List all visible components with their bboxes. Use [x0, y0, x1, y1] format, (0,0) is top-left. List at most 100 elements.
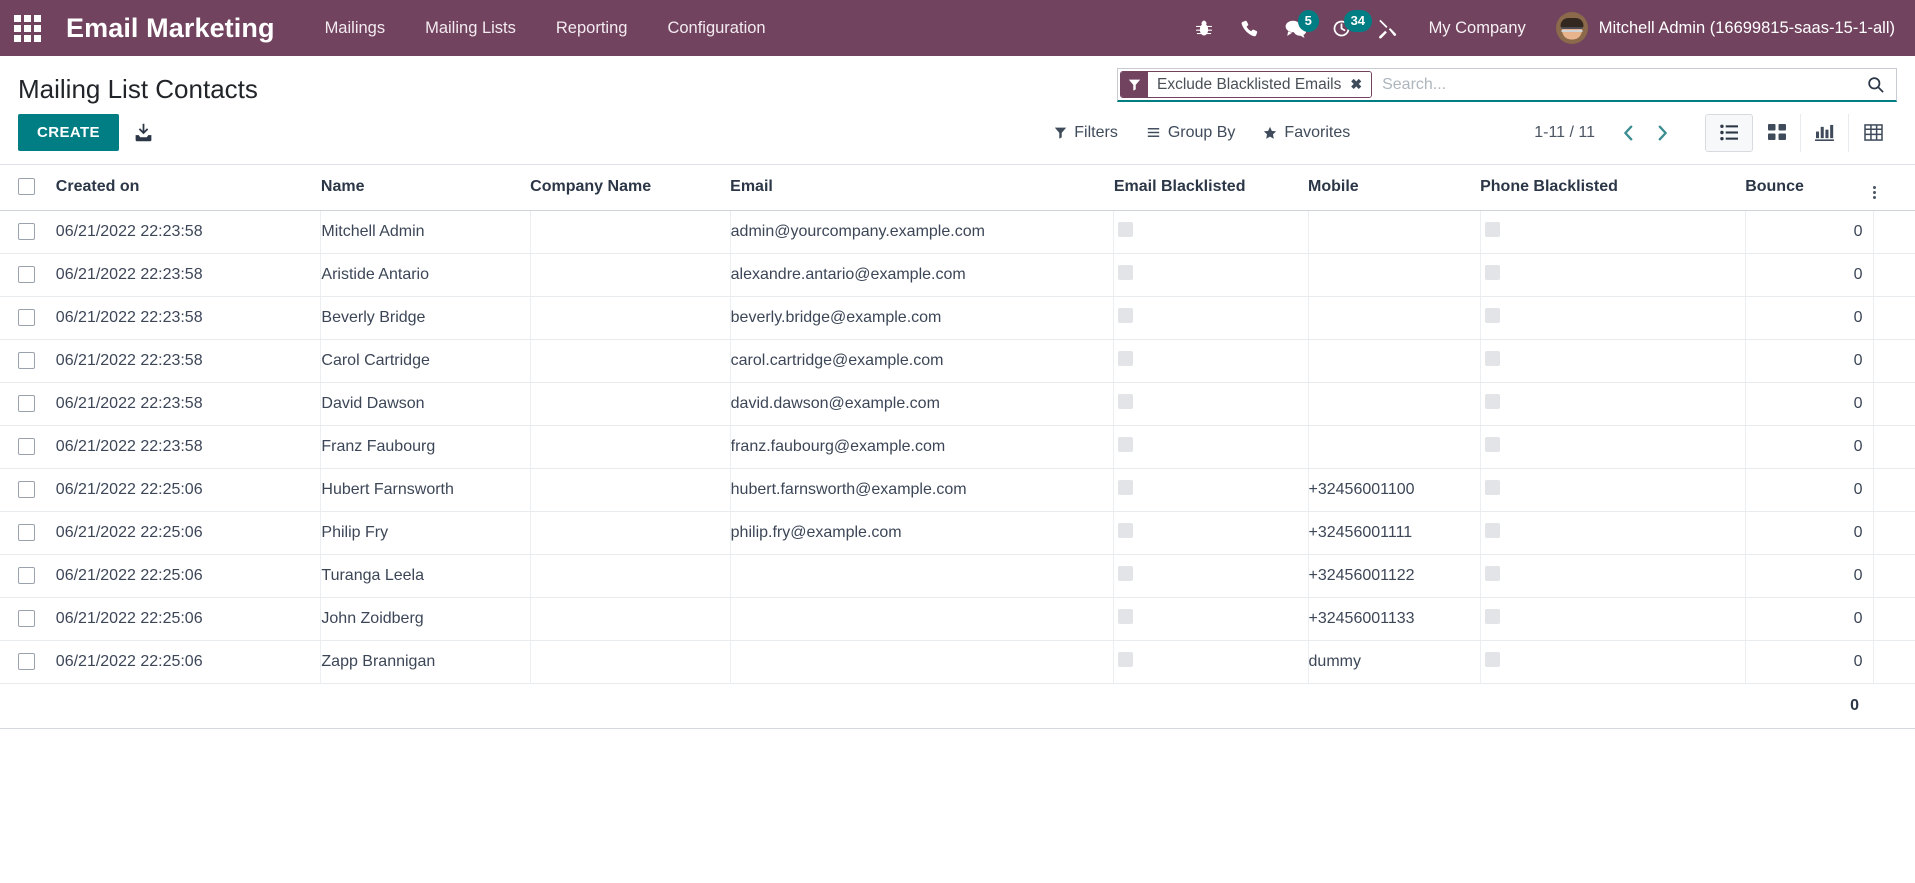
group-by-dropdown[interactable]: Group By — [1132, 118, 1250, 148]
activities-clock-icon[interactable]: 34 — [1319, 8, 1373, 48]
cell-mobile — [1308, 382, 1481, 426]
cell-bounce: 0 — [1745, 511, 1874, 555]
row-checkbox[interactable] — [18, 566, 35, 584]
company-switcher[interactable]: My Company — [1411, 11, 1544, 46]
create-button[interactable]: CREATE — [18, 114, 119, 151]
filters-dropdown[interactable]: Filters — [1040, 118, 1132, 148]
graph-view-button[interactable] — [1801, 113, 1849, 152]
import-download-icon[interactable] — [133, 122, 154, 143]
cell-email: david.dawson@example.com — [730, 382, 1115, 426]
cell-company-name — [530, 597, 731, 641]
search-input[interactable] — [1372, 69, 1858, 100]
column-header-phone-blacklisted[interactable]: Phone Blacklisted — [1480, 164, 1746, 211]
filter-funnel-icon — [1121, 72, 1148, 97]
control-panel-right: Filters Group By Favorites 1-11 / 11 — [1040, 113, 1897, 152]
list-view-button[interactable] — [1705, 113, 1753, 152]
table-row[interactable]: 06/21/2022 22:23:58 David Dawson david.d… — [0, 382, 1915, 426]
developer-tools-icon[interactable] — [1365, 8, 1411, 48]
table-footer-row: 0 — [0, 683, 1915, 729]
menu-item-reporting[interactable]: Reporting — [536, 11, 648, 46]
cell-email: carol.cartridge@example.com — [730, 339, 1115, 383]
apps-grid-icon[interactable] — [10, 11, 44, 45]
column-header-created-on[interactable]: Created on — [55, 164, 321, 211]
column-header-company-name[interactable]: Company Name — [530, 164, 731, 211]
column-header-email[interactable]: Email — [730, 164, 1114, 211]
cell-spacer — [1873, 425, 1915, 469]
cell-email: philip.fry@example.com — [730, 511, 1115, 555]
searchview[interactable]: Exclude Blacklisted Emails ✖ — [1117, 68, 1897, 102]
pivot-view-button[interactable] — [1849, 113, 1897, 152]
row-select-cell — [0, 511, 56, 555]
readonly-toggle-box — [1118, 608, 1134, 624]
cell-spacer — [1873, 468, 1915, 512]
table-row[interactable]: 06/21/2022 22:23:58 Beverly Bridge bever… — [0, 296, 1915, 340]
table-row[interactable]: 06/21/2022 22:25:06 Zapp Brannigan dummy… — [0, 640, 1915, 684]
table-row[interactable]: 06/21/2022 22:25:06 Hubert Farnsworth hu… — [0, 468, 1915, 512]
search-icon[interactable] — [1858, 69, 1892, 100]
row-checkbox[interactable] — [18, 394, 35, 412]
table-row[interactable]: 06/21/2022 22:23:58 Franz Faubourg franz… — [0, 425, 1915, 469]
row-checkbox[interactable] — [18, 652, 35, 670]
filters-label: Filters — [1074, 123, 1118, 141]
row-select-cell — [0, 382, 56, 426]
messages-icon[interactable]: 5 — [1273, 8, 1319, 48]
column-header-email-blacklisted[interactable]: Email Blacklisted — [1113, 164, 1309, 211]
table-row[interactable]: 06/21/2022 22:25:06 Turanga Leela +32456… — [0, 554, 1915, 598]
table-row[interactable]: 06/21/2022 22:23:58 Aristide Antario ale… — [0, 253, 1915, 297]
cell-created-on: 06/21/2022 22:25:06 — [55, 468, 322, 512]
column-header-bounce[interactable]: Bounce — [1745, 164, 1874, 211]
row-checkbox[interactable] — [18, 222, 35, 240]
select-all-checkbox[interactable] — [18, 178, 35, 196]
search-area: Exclude Blacklisted Emails ✖ — [1117, 68, 1897, 102]
cell-spacer — [1873, 382, 1915, 426]
readonly-toggle-box — [1118, 479, 1134, 495]
kanban-view-button[interactable] — [1753, 113, 1801, 152]
readonly-toggle-box — [1118, 651, 1134, 667]
app-brand-title[interactable]: Email Marketing — [66, 13, 275, 44]
cell-bounce: 0 — [1745, 296, 1874, 340]
cell-email-blacklisted — [1113, 554, 1309, 598]
row-checkbox[interactable] — [18, 351, 35, 369]
row-checkbox[interactable] — [18, 437, 35, 455]
table-row[interactable]: 06/21/2022 22:23:58 Mitchell Admin admin… — [0, 210, 1915, 254]
view-switcher — [1705, 113, 1897, 152]
table-row[interactable]: 06/21/2022 22:25:06 Philip Fry philip.fr… — [0, 511, 1915, 555]
vertical-dots-icon[interactable] — [1873, 185, 1877, 199]
row-select-cell — [0, 468, 56, 512]
cell-phone-blacklisted — [1480, 382, 1746, 426]
bug-icon[interactable] — [1181, 8, 1227, 48]
cell-created-on: 06/21/2022 22:23:58 — [55, 296, 322, 340]
row-checkbox[interactable] — [18, 265, 35, 283]
user-menu[interactable]: Mitchell Admin (16699815-saas-15-1-all) — [1544, 8, 1901, 48]
cell-created-on: 06/21/2022 22:25:06 — [55, 640, 322, 684]
menu-item-mailing-lists[interactable]: Mailing Lists — [405, 11, 536, 46]
pager-previous-button[interactable] — [1613, 118, 1643, 148]
cell-company-name — [530, 339, 731, 383]
row-checkbox[interactable] — [18, 480, 35, 498]
menu-item-mailings[interactable]: Mailings — [305, 11, 406, 46]
row-checkbox[interactable] — [18, 609, 35, 627]
menu-item-configuration[interactable]: Configuration — [647, 11, 785, 46]
table-row[interactable]: 06/21/2022 22:23:58 Carol Cartridge caro… — [0, 339, 1915, 383]
search-facet-remove-icon[interactable]: ✖ — [1348, 72, 1372, 97]
row-checkbox[interactable] — [18, 523, 35, 541]
cell-bounce: 0 — [1745, 597, 1874, 641]
cell-bounce: 0 — [1745, 640, 1874, 684]
optional-columns-dropdown[interactable] — [1873, 164, 1915, 211]
readonly-toggle-box — [1118, 565, 1134, 581]
control-panel: Mailing List Contacts Exclude Blackliste… — [0, 56, 1915, 165]
table-row[interactable]: 06/21/2022 22:25:06 John Zoidberg +32456… — [0, 597, 1915, 641]
row-checkbox[interactable] — [18, 308, 35, 326]
phone-icon[interactable] — [1227, 8, 1273, 48]
cell-email-blacklisted — [1113, 597, 1309, 641]
column-header-name[interactable]: Name — [320, 164, 531, 211]
column-header-mobile[interactable]: Mobile — [1308, 164, 1481, 211]
pager: 1-11 / 11 — [1534, 118, 1677, 148]
cell-phone-blacklisted — [1480, 253, 1746, 297]
favorites-dropdown[interactable]: Favorites — [1249, 118, 1364, 148]
cell-created-on: 06/21/2022 22:23:58 — [55, 339, 322, 383]
cell-email — [730, 554, 1115, 598]
search-facet-exclude-blacklisted-emails[interactable]: Exclude Blacklisted Emails ✖ — [1120, 71, 1373, 98]
table-body: 06/21/2022 22:23:58 Mitchell Admin admin… — [0, 210, 1915, 684]
pager-next-button[interactable] — [1647, 118, 1677, 148]
